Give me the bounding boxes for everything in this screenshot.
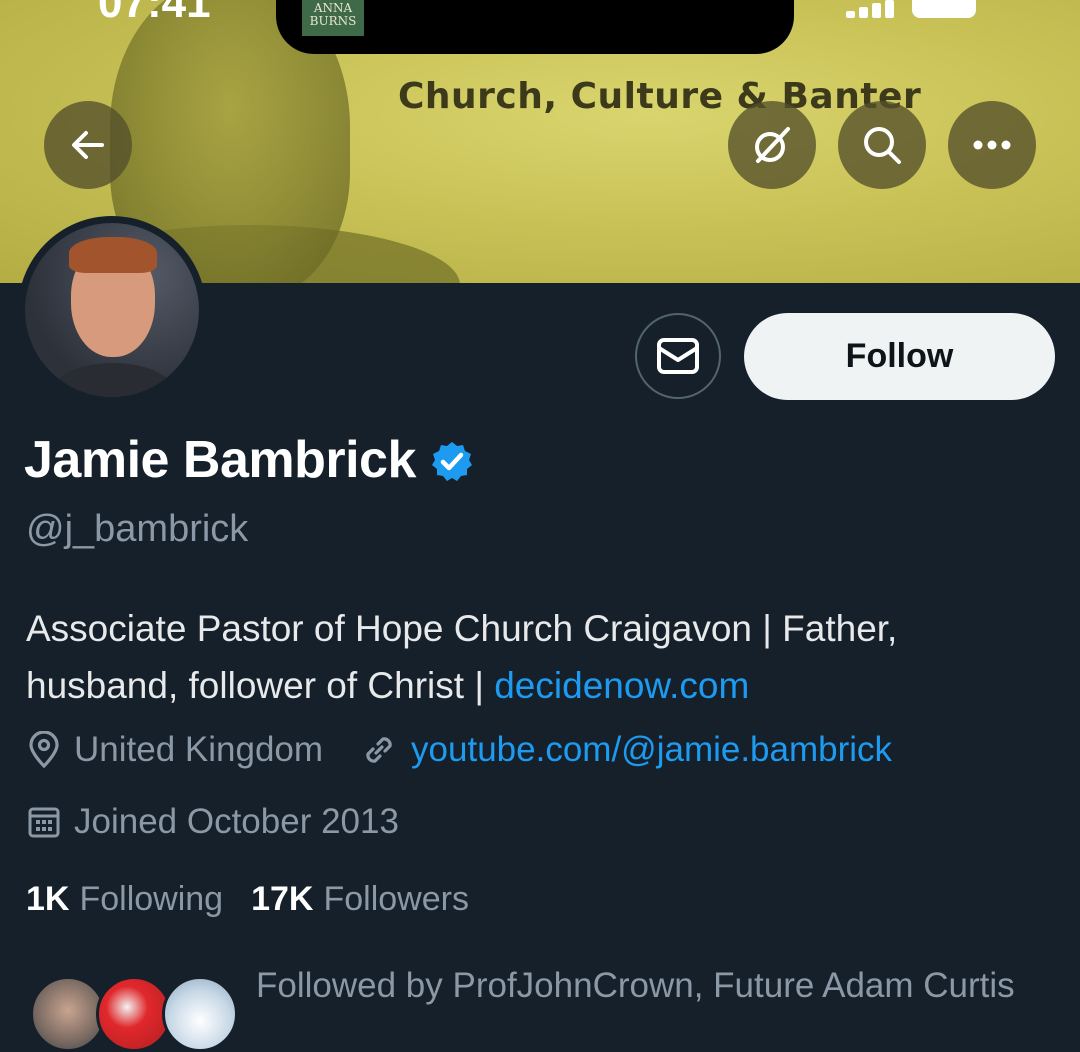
joined-row: Joined October 2013 <box>26 802 399 842</box>
profile-handle: @j_bambrick <box>26 508 249 550</box>
following-count: 1K <box>26 880 70 918</box>
following-link[interactable]: 1K Following <box>26 880 223 919</box>
location-text: United Kingdom <box>74 730 324 769</box>
website-link[interactable]: youtube.com/@jamie.bambrick <box>411 730 892 770</box>
status-time: 07:41 <box>98 0 211 27</box>
more-icon <box>973 140 1011 150</box>
location-item: United Kingdom <box>26 730 323 770</box>
followed-by-text: Followed by ProfJohnCrown, Future Adam C… <box>256 966 1015 1005</box>
joined-text: Joined October 2013 <box>74 802 399 841</box>
followers-count: 17K <box>251 880 314 918</box>
search-icon <box>864 127 901 164</box>
dynamic-island[interactable]: ANNA BURNS ▪▪▪▪▪ <box>276 0 794 54</box>
search-button[interactable] <box>838 101 926 189</box>
back-arrow-icon <box>72 131 104 159</box>
profile-name-row: Jamie Bambrick <box>24 430 474 490</box>
profile-name: Jamie Bambrick <box>24 431 416 489</box>
back-button[interactable] <box>44 101 132 189</box>
avatar-photo <box>25 223 199 397</box>
bio-text: Associate Pastor of Hope Church Craigavo… <box>26 608 898 706</box>
banner-title: Church, Culture & Banter <box>398 76 922 117</box>
profile-meta-row: United Kingdom youtube.com/@jamie.bambri… <box>26 730 892 770</box>
following-label: Following <box>79 880 224 918</box>
mail-icon <box>657 338 699 374</box>
follower-avatar <box>96 976 172 1052</box>
follow-stats: 1K Following 17K Followers <box>26 880 469 919</box>
location-pin-icon <box>29 731 59 769</box>
link-icon <box>366 737 392 763</box>
grok-button[interactable] <box>728 101 816 189</box>
website-item[interactable]: youtube.com/@jamie.bambrick <box>359 730 892 770</box>
profile-bio: Associate Pastor of Hope Church Craigavo… <box>26 600 1056 714</box>
followers-link[interactable]: 17K Followers <box>251 880 469 919</box>
now-playing-thumbnail: ANNA BURNS <box>302 0 364 36</box>
followed-by-row[interactable]: Followed by ProfJohnCrown, Future Adam C… <box>30 966 1080 1052</box>
more-options-button[interactable] <box>948 101 1036 189</box>
grok-icon <box>755 127 790 163</box>
follower-avatar <box>162 976 238 1052</box>
follow-button[interactable]: Follow <box>744 313 1055 400</box>
message-button[interactable] <box>635 313 721 399</box>
calendar-icon <box>28 807 60 838</box>
battery-icon <box>912 0 976 18</box>
followers-label: Followers <box>323 880 469 918</box>
verified-badge-icon[interactable] <box>430 440 474 484</box>
cellular-signal-icon <box>846 0 898 18</box>
bio-link[interactable]: decidenow.com <box>494 665 749 706</box>
avatar[interactable] <box>18 216 206 404</box>
follower-avatar <box>30 976 106 1052</box>
